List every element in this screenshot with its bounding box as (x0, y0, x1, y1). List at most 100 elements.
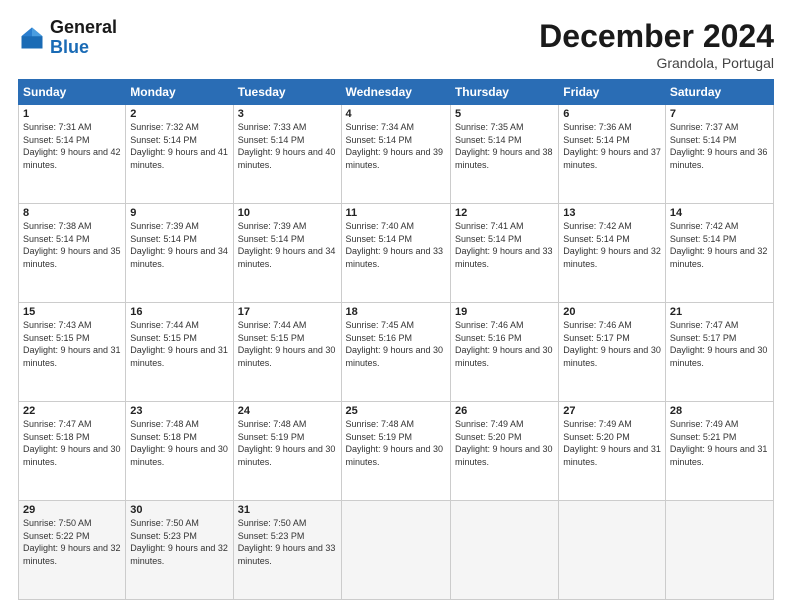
col-thursday: Thursday (450, 80, 558, 105)
table-row: 8Sunrise: 7:38 AMSunset: 5:14 PMDaylight… (19, 204, 126, 303)
day-number: 24 (238, 405, 337, 417)
day-number: 15 (23, 306, 121, 318)
day-number: 27 (563, 405, 661, 417)
day-number: 21 (670, 306, 769, 318)
day-info: Sunrise: 7:35 AMSunset: 5:14 PMDaylight:… (455, 121, 554, 171)
table-row: 19Sunrise: 7:46 AMSunset: 5:16 PMDayligh… (450, 303, 558, 402)
day-number: 29 (23, 504, 121, 516)
day-number: 12 (455, 207, 554, 219)
col-wednesday: Wednesday (341, 80, 450, 105)
day-number: 1 (23, 108, 121, 120)
day-number: 16 (130, 306, 228, 318)
table-row: 11Sunrise: 7:40 AMSunset: 5:14 PMDayligh… (341, 204, 450, 303)
calendar-header: Sunday Monday Tuesday Wednesday Thursday… (19, 80, 774, 105)
header: General Blue December 2024 Grandola, Por… (18, 18, 774, 71)
day-number: 7 (670, 108, 769, 120)
table-row: 17Sunrise: 7:44 AMSunset: 5:15 PMDayligh… (233, 303, 341, 402)
col-tuesday: Tuesday (233, 80, 341, 105)
logo-text: General Blue (50, 18, 117, 58)
day-info: Sunrise: 7:34 AMSunset: 5:14 PMDaylight:… (346, 121, 446, 171)
logo-icon (18, 24, 46, 52)
table-row: 24Sunrise: 7:48 AMSunset: 5:19 PMDayligh… (233, 402, 341, 501)
day-info: Sunrise: 7:46 AMSunset: 5:16 PMDaylight:… (455, 319, 554, 369)
table-row: 10Sunrise: 7:39 AMSunset: 5:14 PMDayligh… (233, 204, 341, 303)
table-row: 14Sunrise: 7:42 AMSunset: 5:14 PMDayligh… (665, 204, 773, 303)
table-row: 13Sunrise: 7:42 AMSunset: 5:14 PMDayligh… (559, 204, 666, 303)
day-info: Sunrise: 7:44 AMSunset: 5:15 PMDaylight:… (238, 319, 337, 369)
table-row: 5Sunrise: 7:35 AMSunset: 5:14 PMDaylight… (450, 105, 558, 204)
day-number: 6 (563, 108, 661, 120)
table-row: 30Sunrise: 7:50 AMSunset: 5:23 PMDayligh… (126, 501, 233, 600)
day-info: Sunrise: 7:37 AMSunset: 5:14 PMDaylight:… (670, 121, 769, 171)
table-row: 28Sunrise: 7:49 AMSunset: 5:21 PMDayligh… (665, 402, 773, 501)
day-info: Sunrise: 7:39 AMSunset: 5:14 PMDaylight:… (130, 220, 228, 270)
day-number: 9 (130, 207, 228, 219)
header-row: Sunday Monday Tuesday Wednesday Thursday… (19, 80, 774, 105)
table-row: 27Sunrise: 7:49 AMSunset: 5:20 PMDayligh… (559, 402, 666, 501)
day-number: 14 (670, 207, 769, 219)
week-row: 29Sunrise: 7:50 AMSunset: 5:22 PMDayligh… (19, 501, 774, 600)
day-info: Sunrise: 7:40 AMSunset: 5:14 PMDaylight:… (346, 220, 446, 270)
day-info: Sunrise: 7:41 AMSunset: 5:14 PMDaylight:… (455, 220, 554, 270)
day-number: 11 (346, 207, 446, 219)
table-row: 25Sunrise: 7:48 AMSunset: 5:19 PMDayligh… (341, 402, 450, 501)
day-info: Sunrise: 7:45 AMSunset: 5:16 PMDaylight:… (346, 319, 446, 369)
week-row: 15Sunrise: 7:43 AMSunset: 5:15 PMDayligh… (19, 303, 774, 402)
table-row: 18Sunrise: 7:45 AMSunset: 5:16 PMDayligh… (341, 303, 450, 402)
calendar-page: General Blue December 2024 Grandola, Por… (0, 0, 792, 612)
logo: General Blue (18, 18, 117, 58)
table-row (665, 501, 773, 600)
day-info: Sunrise: 7:48 AMSunset: 5:19 PMDaylight:… (346, 418, 446, 468)
day-info: Sunrise: 7:33 AMSunset: 5:14 PMDaylight:… (238, 121, 337, 171)
table-row: 15Sunrise: 7:43 AMSunset: 5:15 PMDayligh… (19, 303, 126, 402)
day-info: Sunrise: 7:44 AMSunset: 5:15 PMDaylight:… (130, 319, 228, 369)
col-monday: Monday (126, 80, 233, 105)
table-row: 22Sunrise: 7:47 AMSunset: 5:18 PMDayligh… (19, 402, 126, 501)
table-row: 4Sunrise: 7:34 AMSunset: 5:14 PMDaylight… (341, 105, 450, 204)
day-info: Sunrise: 7:32 AMSunset: 5:14 PMDaylight:… (130, 121, 228, 171)
table-row (341, 501, 450, 600)
week-row: 8Sunrise: 7:38 AMSunset: 5:14 PMDaylight… (19, 204, 774, 303)
month-title: December 2024 (539, 18, 774, 55)
title-block: December 2024 Grandola, Portugal (539, 18, 774, 71)
day-info: Sunrise: 7:50 AMSunset: 5:23 PMDaylight:… (238, 517, 337, 567)
day-number: 3 (238, 108, 337, 120)
day-info: Sunrise: 7:48 AMSunset: 5:19 PMDaylight:… (238, 418, 337, 468)
table-row (559, 501, 666, 600)
day-info: Sunrise: 7:31 AMSunset: 5:14 PMDaylight:… (23, 121, 121, 171)
day-info: Sunrise: 7:49 AMSunset: 5:21 PMDaylight:… (670, 418, 769, 468)
col-saturday: Saturday (665, 80, 773, 105)
day-info: Sunrise: 7:48 AMSunset: 5:18 PMDaylight:… (130, 418, 228, 468)
day-number: 5 (455, 108, 554, 120)
day-info: Sunrise: 7:43 AMSunset: 5:15 PMDaylight:… (23, 319, 121, 369)
day-number: 31 (238, 504, 337, 516)
table-row (450, 501, 558, 600)
day-info: Sunrise: 7:50 AMSunset: 5:22 PMDaylight:… (23, 517, 121, 567)
day-number: 18 (346, 306, 446, 318)
table-row: 21Sunrise: 7:47 AMSunset: 5:17 PMDayligh… (665, 303, 773, 402)
calendar-body: 1Sunrise: 7:31 AMSunset: 5:14 PMDaylight… (19, 105, 774, 600)
calendar-table: Sunday Monday Tuesday Wednesday Thursday… (18, 79, 774, 600)
day-info: Sunrise: 7:42 AMSunset: 5:14 PMDaylight:… (670, 220, 769, 270)
day-number: 20 (563, 306, 661, 318)
table-row: 23Sunrise: 7:48 AMSunset: 5:18 PMDayligh… (126, 402, 233, 501)
week-row: 22Sunrise: 7:47 AMSunset: 5:18 PMDayligh… (19, 402, 774, 501)
day-number: 22 (23, 405, 121, 417)
table-row: 1Sunrise: 7:31 AMSunset: 5:14 PMDaylight… (19, 105, 126, 204)
table-row: 6Sunrise: 7:36 AMSunset: 5:14 PMDaylight… (559, 105, 666, 204)
col-sunday: Sunday (19, 80, 126, 105)
day-number: 4 (346, 108, 446, 120)
col-friday: Friday (559, 80, 666, 105)
table-row: 12Sunrise: 7:41 AMSunset: 5:14 PMDayligh… (450, 204, 558, 303)
day-number: 10 (238, 207, 337, 219)
day-info: Sunrise: 7:47 AMSunset: 5:17 PMDaylight:… (670, 319, 769, 369)
day-info: Sunrise: 7:49 AMSunset: 5:20 PMDaylight:… (563, 418, 661, 468)
table-row: 3Sunrise: 7:33 AMSunset: 5:14 PMDaylight… (233, 105, 341, 204)
day-number: 30 (130, 504, 228, 516)
day-number: 19 (455, 306, 554, 318)
day-number: 23 (130, 405, 228, 417)
day-info: Sunrise: 7:50 AMSunset: 5:23 PMDaylight:… (130, 517, 228, 567)
day-number: 2 (130, 108, 228, 120)
day-number: 8 (23, 207, 121, 219)
table-row: 29Sunrise: 7:50 AMSunset: 5:22 PMDayligh… (19, 501, 126, 600)
